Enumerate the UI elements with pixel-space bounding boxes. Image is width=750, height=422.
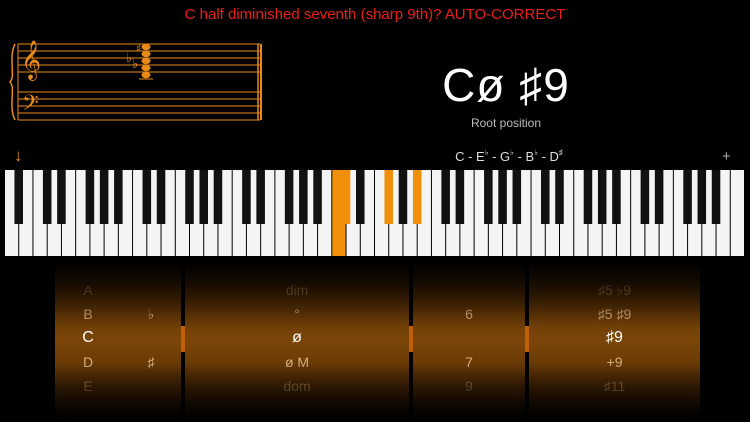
black-key[interactable] bbox=[498, 170, 507, 224]
spelling-note: G bbox=[500, 149, 511, 164]
picker-item[interactable] bbox=[121, 328, 181, 352]
chord-spelling: C - E♭ - G♭ - B♭ - D♯ bbox=[455, 148, 563, 164]
white-key[interactable] bbox=[730, 170, 744, 256]
black-key[interactable] bbox=[57, 170, 66, 224]
black-key[interactable] bbox=[455, 170, 465, 224]
spelling-note: B bbox=[525, 149, 535, 164]
picker-item[interactable]: ° bbox=[185, 304, 409, 328]
inversion-label: Root position bbox=[470, 116, 542, 130]
black-key[interactable] bbox=[356, 170, 365, 224]
picker-column-extension[interactable]: 6 79 bbox=[413, 258, 525, 422]
picker-column-accidental[interactable]: ♭ ♯ bbox=[121, 258, 181, 422]
black-key[interactable] bbox=[199, 170, 208, 224]
grand-staff: 𝄞 𝄢 ♭ ♭ ♯ bbox=[8, 40, 262, 121]
picker-item[interactable]: ♯ bbox=[121, 352, 181, 376]
black-key[interactable] bbox=[412, 170, 422, 224]
black-key[interactable] bbox=[156, 170, 166, 224]
picker-item[interactable] bbox=[413, 328, 525, 352]
black-key[interactable] bbox=[640, 170, 650, 224]
picker-item[interactable]: ♯11 bbox=[529, 376, 700, 400]
black-key[interactable] bbox=[114, 170, 123, 224]
picker-column-alteration[interactable]: ♯5 ♭9 ♯5 ♯9 ♯9 +9 ♯11 bbox=[529, 258, 700, 422]
piano-keyboard[interactable] bbox=[0, 170, 750, 258]
picker-item[interactable]: ø bbox=[185, 328, 409, 352]
picker-item[interactable]: C bbox=[55, 328, 121, 352]
picker-item[interactable]: ♯5 ♯9 bbox=[529, 304, 700, 328]
down-arrow-icon[interactable]: ↓ bbox=[14, 146, 23, 166]
picker-item[interactable]: A bbox=[55, 280, 121, 304]
black-key[interactable] bbox=[512, 170, 522, 224]
sharp-icon: ♯ bbox=[136, 42, 141, 55]
black-key[interactable] bbox=[541, 170, 550, 224]
black-key[interactable] bbox=[99, 170, 109, 224]
picker-item[interactable]: 6 bbox=[413, 304, 525, 328]
picker-column-root[interactable]: ABCDE bbox=[55, 258, 121, 422]
picker-column-quality[interactable]: dim ° ø ø Mdom bbox=[185, 258, 409, 422]
picker-item[interactable]: ♯9 bbox=[529, 328, 700, 352]
black-key[interactable] bbox=[555, 170, 564, 224]
black-key[interactable] bbox=[299, 170, 308, 224]
picker-item[interactable]: 9 bbox=[413, 376, 525, 400]
black-key[interactable] bbox=[14, 170, 23, 224]
black-key[interactable] bbox=[185, 170, 194, 224]
black-key[interactable] bbox=[213, 170, 223, 224]
chord-notes bbox=[141, 43, 151, 79]
black-key[interactable] bbox=[42, 170, 52, 224]
black-key[interactable] bbox=[441, 170, 450, 224]
flat-icon: ♭ bbox=[132, 57, 138, 72]
black-key[interactable] bbox=[683, 170, 692, 224]
black-key[interactable] bbox=[583, 170, 593, 224]
black-key[interactable] bbox=[85, 170, 95, 224]
picker-item[interactable]: dim bbox=[185, 280, 409, 304]
picker-item[interactable]: B bbox=[55, 304, 121, 328]
picker-item[interactable]: D bbox=[55, 352, 121, 376]
chord-picker[interactable]: A B C D E ♭ ♯ dim ° ø ø Mdom 6 7 9 ♯5 ♭9 ♯5 ♯9 ♯9 +9 ♯11 bbox=[0, 258, 750, 422]
picker-item[interactable]: E bbox=[55, 376, 121, 400]
picker-item[interactable]: ♭ bbox=[121, 304, 181, 328]
black-key[interactable] bbox=[597, 170, 607, 224]
picker-item[interactable]: dom bbox=[185, 376, 409, 400]
plus-icon[interactable]: + bbox=[722, 148, 731, 165]
black-key[interactable] bbox=[711, 170, 721, 224]
black-key[interactable] bbox=[256, 170, 265, 224]
black-key[interactable] bbox=[654, 170, 664, 224]
black-key[interactable] bbox=[313, 170, 322, 224]
black-key[interactable] bbox=[284, 170, 294, 224]
bass-clef-icon: 𝄢 bbox=[22, 91, 39, 121]
black-key[interactable] bbox=[341, 170, 351, 224]
page-title: C half diminished seventh (sharp 9th)? A… bbox=[184, 6, 566, 23]
picker-item[interactable]: ♯5 ♭9 bbox=[529, 280, 700, 304]
chord-name: Cø ♯9 bbox=[442, 59, 570, 111]
black-key[interactable] bbox=[384, 170, 393, 224]
black-key[interactable] bbox=[242, 170, 251, 224]
treble-clef-icon: 𝄞 bbox=[21, 40, 41, 81]
black-key[interactable] bbox=[142, 170, 152, 224]
picker-item[interactable]: +9 bbox=[529, 352, 700, 376]
spelling-note: E bbox=[476, 149, 485, 164]
picker-item[interactable]: 7 bbox=[413, 352, 525, 376]
picker-item[interactable]: ø M bbox=[185, 352, 409, 376]
black-key[interactable] bbox=[398, 170, 408, 224]
black-key[interactable] bbox=[484, 170, 493, 224]
spelling-note: D bbox=[549, 149, 559, 164]
black-key[interactable] bbox=[697, 170, 707, 224]
black-key[interactable] bbox=[612, 170, 621, 224]
